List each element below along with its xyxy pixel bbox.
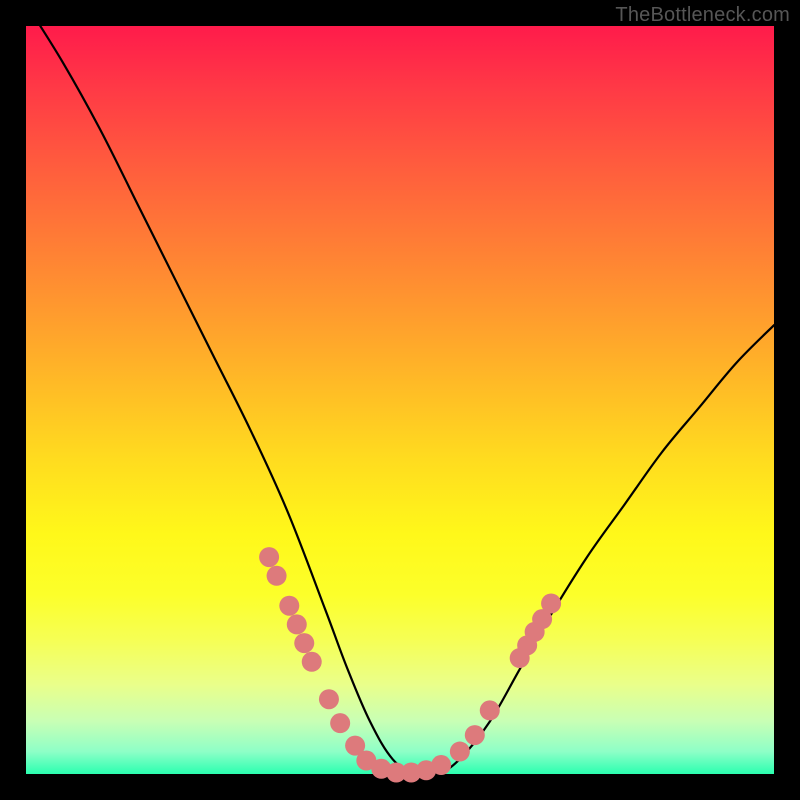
- data-marker: [259, 547, 279, 567]
- data-marker: [319, 689, 339, 709]
- data-marker: [302, 652, 322, 672]
- watermark-text: TheBottleneck.com: [615, 4, 790, 27]
- data-marker: [287, 614, 307, 634]
- data-marker: [465, 725, 485, 745]
- chart-frame: [26, 26, 774, 774]
- data-marker: [480, 700, 500, 720]
- data-marker: [294, 633, 314, 653]
- bottleneck-chart: [26, 26, 774, 774]
- marker-group: [259, 547, 561, 782]
- data-marker: [279, 596, 299, 616]
- data-marker: [267, 566, 287, 586]
- bottleneck-curve-line: [26, 4, 774, 776]
- data-marker: [431, 755, 451, 775]
- data-marker: [450, 742, 470, 762]
- data-marker: [330, 713, 350, 733]
- data-marker: [541, 593, 561, 613]
